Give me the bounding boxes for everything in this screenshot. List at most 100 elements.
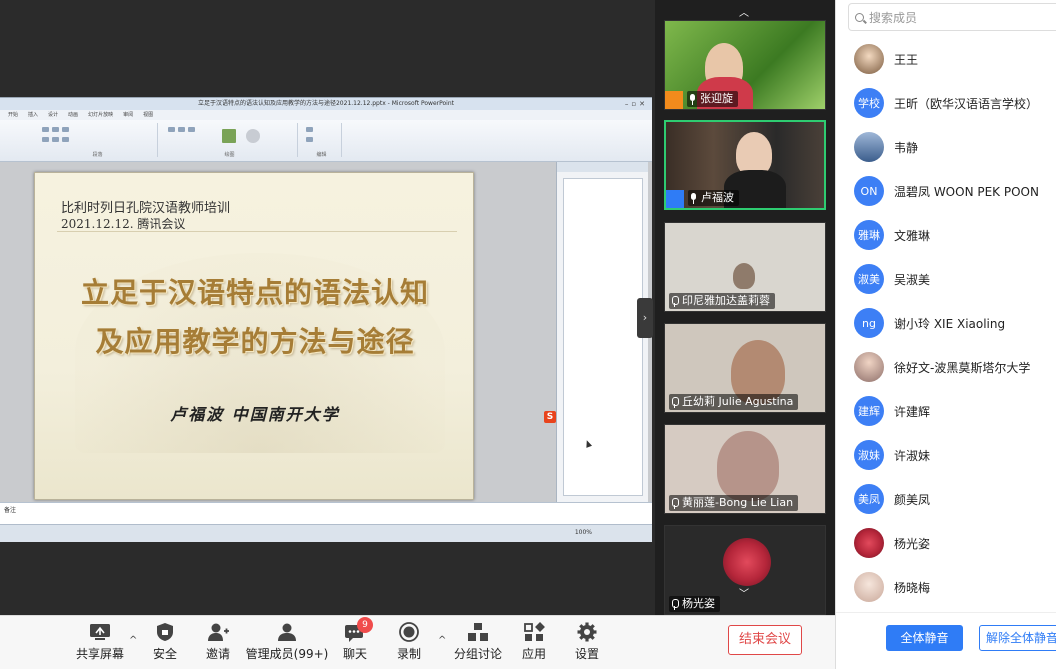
record-icon	[399, 622, 419, 642]
list-icon[interactable]	[62, 137, 69, 142]
apps-button[interactable]: 应用	[504, 622, 564, 666]
record-options-caret[interactable]: ^	[438, 635, 446, 646]
member-item[interactable]: 杨晓梅	[854, 570, 930, 604]
member-item[interactable]: 韦静	[854, 130, 918, 164]
member-item[interactable]: 徐好文-波黑莫斯塔尔大学	[854, 350, 1030, 384]
member-item[interactable]: 杨光姿	[854, 526, 930, 560]
replace-icon[interactable]	[306, 137, 313, 142]
ribbon-group-label: 段落	[92, 152, 103, 158]
video-tile[interactable]: 丘幼莉 Julie Agustina	[664, 323, 826, 413]
list-icon[interactable]	[52, 137, 59, 142]
avatar	[854, 132, 884, 162]
ppt-tab[interactable]: 幻灯片放映	[88, 110, 113, 120]
invite-button[interactable]: 邀请	[188, 622, 248, 666]
sogou-ime-icon[interactable]: S	[544, 411, 556, 423]
video-tile-active-speaker[interactable]: 卢福波	[664, 120, 826, 210]
task-pane-header	[557, 162, 648, 172]
tile-name-label: 丘幼莉 Julie Agustina	[669, 394, 799, 410]
mute-all-button[interactable]: 全体静音	[886, 625, 963, 651]
microphone-icon	[690, 192, 697, 204]
chat-button[interactable]: 9 聊天	[325, 617, 385, 666]
list-icon[interactable]	[42, 137, 49, 142]
ppt-notes-pane[interactable]: 备注	[0, 502, 652, 524]
zoom-level[interactable]: 100%	[575, 529, 592, 536]
member-name: 颜美凤	[894, 492, 931, 507]
ppt-tab[interactable]: 视图	[143, 110, 153, 120]
tile-name-label: 卢福波	[688, 190, 739, 206]
ppt-tab[interactable]: 审阅	[123, 110, 133, 120]
host-icon	[665, 91, 683, 109]
members-panel: 搜索成员 王王 学校 王昕（欧华汉语语言学校） 韦静 ON 温碧凤 WOON P…	[835, 0, 1056, 669]
ribbon-group-label: 编辑	[316, 152, 327, 158]
participant-name: 印尼雅加达盖莉蓉	[682, 294, 770, 307]
video-tile[interactable]: 黄丽莲-Bong Lie Lian	[664, 424, 826, 514]
shape-icon[interactable]	[188, 127, 195, 132]
meeting-window: 立足于汉语特点的语法认知及应用教学的方法与途径2021.12.12.pptx -…	[0, 0, 1056, 669]
gallery-scroll-up-icon[interactable]: ︿	[737, 9, 751, 19]
avatar: 建辉	[854, 396, 884, 426]
member-name: 文雅琳	[894, 228, 931, 243]
ribbon-group-editing: 编辑	[302, 123, 342, 158]
share-screen-button[interactable]: 共享屏幕	[70, 622, 130, 666]
ppt-tab[interactable]: 设计	[48, 110, 58, 120]
participant-name: 卢福波	[701, 191, 734, 204]
member-name: 吴淑美	[894, 272, 931, 287]
find-icon[interactable]	[306, 127, 313, 132]
collapse-gallery-button[interactable]: ›	[637, 298, 653, 338]
video-tile[interactable]: 张迎旋	[664, 20, 826, 110]
align-icon[interactable]	[42, 127, 49, 132]
video-tile[interactable]: 杨光姿	[664, 525, 826, 615]
member-name: 徐好文-波黑莫斯塔尔大学	[894, 360, 1031, 375]
breakout-rooms-icon	[468, 623, 488, 641]
manage-members-label: 管理成员(99+)	[245, 647, 329, 661]
chat-label: 聊天	[342, 647, 367, 661]
align-icon[interactable]	[52, 127, 59, 132]
member-name: 杨光姿	[894, 536, 931, 551]
record-label: 录制	[396, 647, 421, 661]
invite-label: 邀请	[205, 647, 230, 661]
record-button[interactable]: 录制	[379, 622, 439, 666]
current-slide[interactable]: 比利时列日孔院汉语教师培训 2021.12.12. 腾讯会议 立足于汉语特点的语…	[34, 172, 474, 500]
tile-name-label: 张迎旋	[687, 91, 738, 107]
ppt-tab[interactable]: 动画	[68, 110, 78, 120]
align-icon[interactable]	[62, 127, 69, 132]
member-search-input[interactable]: 搜索成员	[848, 3, 1056, 31]
arrange-icon[interactable]	[222, 129, 236, 143]
add-user-icon	[208, 623, 229, 641]
member-name: 许淑妹	[894, 448, 931, 463]
avatar: 雅琳	[854, 220, 884, 250]
member-item[interactable]: ON 温碧凤 WOON PEK POON	[854, 174, 1039, 208]
member-item[interactable]: 建辉 许建辉	[854, 394, 930, 428]
manage-members-button[interactable]: 管理成员(99+)	[246, 622, 328, 666]
unmute-all-button[interactable]: 解除全体静音	[979, 625, 1056, 651]
member-item[interactable]: 学校 王昕（欧华汉语语言学校）	[854, 86, 1038, 120]
breakout-rooms-label: 分组讨论	[453, 647, 502, 661]
security-button[interactable]: 安全	[135, 622, 195, 666]
participant-video	[733, 263, 755, 289]
ppt-tab[interactable]: 插入	[28, 110, 38, 120]
ribbon-group-paragraph: 段落	[38, 123, 158, 158]
avatar: 淑美	[854, 264, 884, 294]
shape-icon[interactable]	[178, 127, 185, 132]
quick-style-icon[interactable]	[246, 129, 260, 143]
ppt-window-buttons-icon[interactable]: –▫✕	[625, 98, 648, 110]
settings-button[interactable]: 设置	[557, 622, 617, 666]
member-name: 许建辉	[894, 404, 931, 419]
breakout-rooms-button[interactable]: 分组讨论	[448, 622, 508, 666]
member-item[interactable]: 雅琳 文雅琳	[854, 218, 930, 252]
ppt-tab[interactable]: 开始	[8, 110, 18, 120]
participant-name: 杨光姿	[682, 597, 715, 610]
member-item[interactable]: 淑美 吴淑美	[854, 262, 930, 296]
member-item[interactable]: 美凤 颜美凤	[854, 482, 930, 516]
shape-icon[interactable]	[168, 127, 175, 132]
gallery-scroll-down-icon[interactable]: ﹀	[737, 590, 751, 600]
slide-divider	[57, 231, 457, 232]
chat-unread-badge: 9	[357, 617, 373, 633]
ppt-title-bar: 立足于汉语特点的语法认知及应用教学的方法与途径2021.12.12.pptx -…	[0, 98, 652, 110]
end-meeting-button[interactable]: 结束会议	[728, 625, 802, 655]
member-item[interactable]: 王王	[854, 42, 918, 76]
member-item[interactable]: 淑妹 许淑妹	[854, 438, 930, 472]
microphone-muted-icon	[671, 396, 679, 408]
member-item[interactable]: ng 谢小玲 XIE Xiaoling	[854, 306, 1005, 340]
video-tile[interactable]: 印尼雅加达盖莉蓉	[664, 222, 826, 312]
